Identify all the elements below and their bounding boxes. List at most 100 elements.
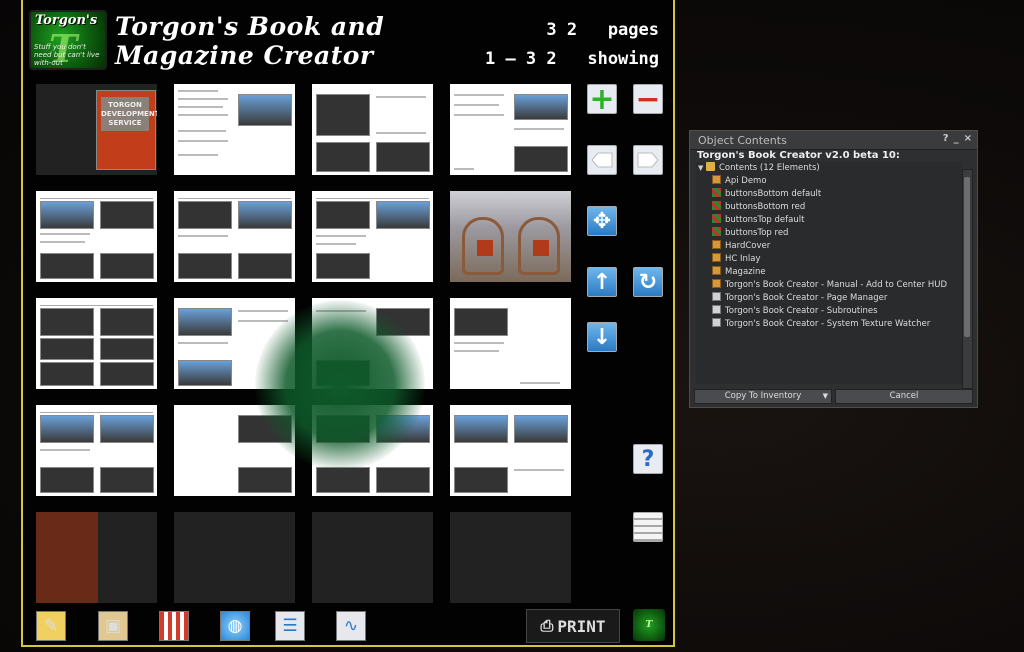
object-icon — [712, 240, 721, 249]
tree-scrollbar[interactable] — [962, 169, 973, 389]
eraser-button[interactable]: ✎ — [36, 611, 66, 641]
mini-logo-icon: T — [633, 609, 665, 641]
close-icon[interactable]: × — [964, 133, 972, 144]
arrow-down-icon: ↓ — [592, 324, 612, 350]
tree-item[interactable]: Torgon's Book Creator - Page Manager — [712, 292, 887, 305]
clover-watermark — [255, 300, 425, 470]
object-icon — [712, 266, 721, 275]
logo-tagline: Stuff you don't need but can't live with… — [34, 43, 100, 67]
copy-to-inventory-button[interactable]: Copy To Inventory ▼ — [694, 389, 832, 404]
tree-item[interactable]: Torgon's Book Creator - Subroutines — [712, 305, 878, 318]
showing-range: 1 – 3 2 showing — [484, 49, 659, 69]
chevron-down-icon[interactable]: ▼ — [823, 390, 828, 403]
arrow-right-icon — [637, 152, 659, 168]
page-thumbnail[interactable] — [36, 191, 157, 282]
title-line-1: Torgon's Book and — [115, 12, 385, 41]
page-thumbnail[interactable] — [36, 405, 157, 496]
help-icon[interactable]: ? — [943, 133, 949, 144]
contents-tree: ▼ Contents (12 Elements) Api Demo buttons… — [696, 162, 962, 384]
page-thumbnail[interactable] — [312, 84, 433, 175]
pulse-button[interactable]: ∿ — [336, 611, 366, 641]
add-page-button[interactable]: + — [587, 81, 617, 117]
tree-folder-contents[interactable]: ▼ Contents (12 Elements) — [698, 162, 820, 175]
title-line-2: Magazine Creator — [115, 41, 374, 70]
box-icon: ▣ — [104, 616, 122, 636]
empty-page-slot[interactable] — [36, 512, 157, 603]
torgons-logo: T Torgon's Stuff you don't need but can'… — [29, 10, 107, 71]
folder-icon — [706, 162, 715, 171]
tree-item[interactable]: Torgon's Book Creator - Manual - Add to … — [712, 279, 947, 292]
arrow-up-icon: ↑ — [592, 269, 612, 295]
hud-title: Torgon's Book and Magazine Creator — [115, 12, 384, 70]
scrollbar-thumb[interactable] — [964, 177, 970, 337]
help-icon: ? — [641, 446, 655, 472]
refresh-icon: ↻ — [638, 269, 658, 295]
object-icon — [712, 279, 721, 288]
previous-button[interactable] — [587, 145, 617, 175]
print-button[interactable]: ⎙ PRINT — [526, 609, 620, 643]
texture-icon — [712, 188, 721, 197]
move-up-button[interactable]: ↑ — [587, 267, 617, 297]
tree-item[interactable]: buttonsBottom red — [712, 201, 805, 214]
fit-view-button[interactable]: ✥ — [587, 206, 617, 236]
texture-icon — [712, 227, 721, 236]
list-button[interactable]: ☰ — [275, 611, 305, 641]
eraser-icon: ✎ — [43, 616, 59, 636]
list-icon: ☰ — [282, 616, 298, 636]
chevron-down-icon: ▼ — [698, 164, 704, 172]
logo-text: Torgon's — [35, 13, 98, 28]
object-icon — [712, 175, 721, 184]
page-count: 3 2 pages — [546, 20, 659, 40]
texture-icon — [712, 201, 721, 210]
texture-icon — [712, 214, 721, 223]
expand-icon: ✥ — [592, 208, 612, 234]
page-thumbnail[interactable] — [36, 298, 157, 389]
help-button[interactable]: ? — [633, 444, 663, 474]
plus-icon: + — [589, 81, 615, 117]
script-icon — [712, 318, 721, 327]
globe-icon: ◍ — [227, 616, 243, 636]
window-title: Object Contents — [698, 134, 787, 147]
page-thumbnail[interactable]: TORGON DEVELOPMENT SERVICE — [36, 84, 157, 175]
page-thumbnail[interactable] — [450, 405, 571, 496]
tree-item[interactable]: HardCover — [712, 240, 770, 253]
empty-page-slot[interactable] — [312, 512, 433, 603]
store-button[interactable] — [159, 611, 189, 641]
refresh-button[interactable]: ↻ — [633, 267, 663, 297]
arrow-left-icon — [591, 152, 613, 168]
tree-item[interactable]: Torgon's Book Creator - System Texture W… — [712, 318, 930, 331]
globe-button[interactable]: ◍ — [220, 611, 250, 641]
object-icon — [712, 253, 721, 262]
page-thumbnail[interactable] — [174, 191, 295, 282]
book-cover: TORGON DEVELOPMENT SERVICE — [96, 90, 157, 170]
page-thumbnail[interactable] — [450, 298, 571, 389]
page-thumbnail[interactable] — [312, 191, 433, 282]
tree-item[interactable]: HC Inlay — [712, 253, 761, 266]
object-name: Torgon's Book Creator v2.0 beta 10: — [697, 150, 900, 161]
page-thumbnail[interactable] — [450, 191, 571, 282]
tree-item[interactable]: buttonsTop red — [712, 227, 788, 240]
object-contents-window: Object Contents ? _ × Torgon's Book Crea… — [689, 130, 978, 408]
remove-page-button[interactable]: − — [633, 81, 663, 117]
move-down-button[interactable]: ↓ — [587, 322, 617, 352]
minimize-icon[interactable]: _ — [954, 133, 959, 144]
tree-item[interactable]: Api Demo — [712, 175, 767, 188]
minus-icon: − — [635, 81, 661, 117]
tree-item[interactable]: buttonsBottom default — [712, 188, 821, 201]
script-icon — [712, 292, 721, 301]
next-button[interactable] — [633, 145, 663, 175]
window-titlebar[interactable]: Object Contents ? _ × — [690, 131, 977, 150]
empty-page-slot[interactable] — [174, 512, 295, 603]
box-button[interactable]: ▣ — [98, 611, 128, 641]
tree-item[interactable]: Magazine — [712, 266, 766, 279]
pulse-icon: ∿ — [343, 616, 359, 636]
cancel-button[interactable]: Cancel — [835, 389, 973, 404]
printer-icon: ⎙ — [540, 616, 554, 635]
menu-button[interactable] — [633, 512, 663, 542]
book-creator-hud: T Torgon's Stuff you don't need but can'… — [21, 0, 675, 647]
page-thumbnail[interactable] — [174, 84, 295, 175]
page-thumbnail[interactable] — [450, 84, 571, 175]
tree-item[interactable]: buttonsTop default — [712, 214, 804, 227]
script-icon — [712, 305, 721, 314]
empty-page-slot[interactable] — [450, 512, 571, 603]
